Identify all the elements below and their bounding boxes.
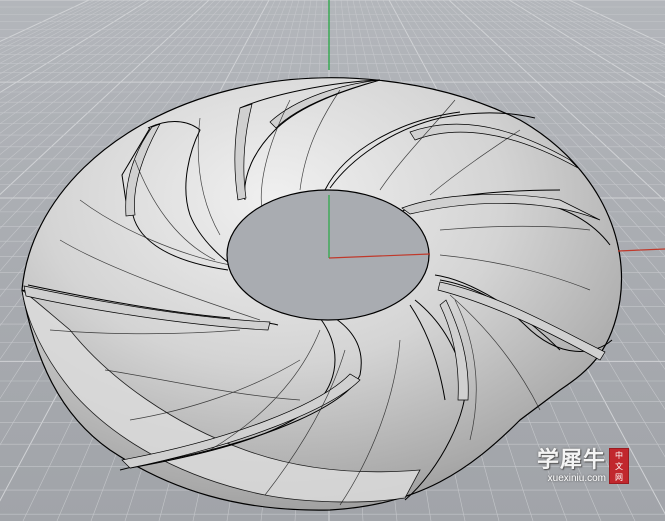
seal-char-3: 网	[615, 472, 623, 482]
watermark-url: xuexiniu.com	[547, 473, 606, 484]
xuexiniu-watermark: 学犀牛 xuexiniu.com 中 文 网	[537, 448, 629, 485]
impeller-model[interactable]	[21, 77, 623, 511]
viewport-canvas[interactable]	[0, 0, 665, 521]
perspective-viewport[interactable]: 学犀牛 xuexiniu.com 中 文 网	[0, 0, 665, 521]
watermark-title: 学犀牛	[536, 447, 606, 473]
seal-char-2: 文	[615, 461, 623, 471]
watermark-seal: 中 文 网	[609, 448, 629, 484]
seal-char-1: 中	[615, 450, 623, 460]
x-axis-outer	[617, 248, 665, 252]
